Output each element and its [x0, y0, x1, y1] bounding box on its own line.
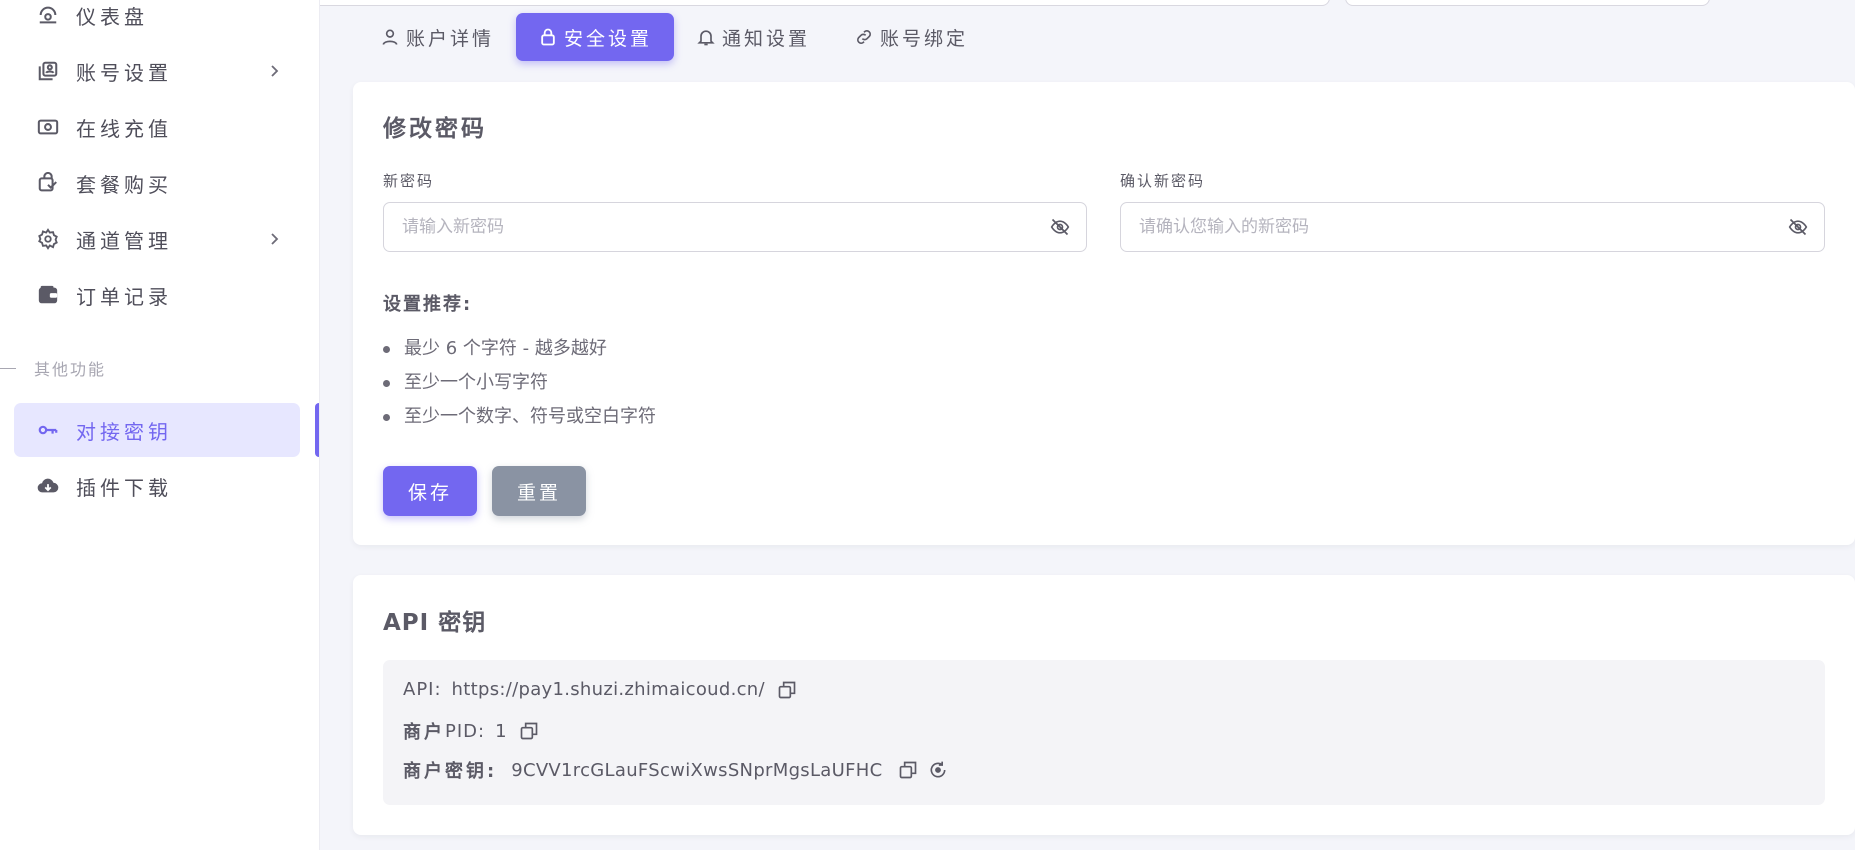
merchant-secret-row: 商户密钥: 9CVV1rcGLauFScwiXwsSNprMgsLaUFHC	[403, 757, 948, 783]
bullet	[383, 413, 390, 421]
sidebar-item-label: 对接密钥	[76, 419, 172, 444]
card-title: 修改密码	[383, 116, 487, 142]
new-password-label: 新密码	[383, 172, 435, 190]
pid-value: 1	[495, 720, 507, 742]
chevron-right-icon	[262, 227, 286, 251]
topbar-widget-fragment	[1345, 0, 1710, 6]
sidebar-item-channel-management[interactable]: 通道管理	[14, 212, 300, 266]
api-key-card: API 密钥 API: https://pay1.shuzi.zhimaicou…	[353, 575, 1855, 835]
list-item: 最少 6 个字符 - 越多越好	[383, 332, 656, 366]
shopping-bag-icon	[36, 171, 60, 195]
bullet	[383, 379, 390, 387]
api-url-row: API: https://pay1.shuzi.zhimaicoud.cn/	[403, 679, 797, 700]
save-button[interactable]: 保存	[383, 466, 477, 516]
card-title: API 密钥	[383, 610, 487, 636]
confirm-password-input-wrap	[1120, 202, 1825, 252]
sidebar: 仪表盘 账号设置 在线充值 套餐购买 通道管理 订单记录 其他功能 对接密钥 插…	[0, 0, 320, 850]
sidebar-item-api-key[interactable]: 对接密钥	[14, 403, 300, 457]
cloud-download-icon	[36, 474, 60, 498]
list-item: 至少一个数字、符号或空白字符	[383, 400, 656, 434]
new-password-input[interactable]	[384, 203, 1086, 251]
sidebar-item-package-purchase[interactable]: 套餐购买	[14, 156, 300, 210]
sidebar-item-order-records[interactable]: 订单记录	[14, 268, 300, 322]
secret-value: 9CVV1rcGLauFScwiXwsSNprMgsLaUFHC	[511, 759, 883, 781]
user-icon	[380, 27, 400, 47]
link-icon	[854, 27, 874, 47]
bullet	[383, 345, 390, 353]
sidebar-section-label: 其他功能	[0, 356, 106, 380]
api-info-box: API: https://pay1.shuzi.zhimaicoud.cn/ 商…	[383, 660, 1825, 805]
dashboard-icon	[36, 3, 60, 27]
tab-account-binding[interactable]: 账号绑定	[832, 13, 990, 61]
secret-label: 商户密钥:	[403, 761, 498, 782]
change-password-card: 修改密码 新密码 确认新密码 设置推荐: 最少 6 个字符 - 越多越好 至少一…	[353, 82, 1855, 545]
copy-icon[interactable]	[519, 721, 539, 741]
settings-tabs: 账户详情 安全设置 通知设置 账号绑定	[355, 12, 990, 62]
sidebar-item-online-recharge[interactable]: 在线充值	[14, 100, 300, 154]
copy-icon[interactable]	[898, 760, 918, 780]
tab-account-details[interactable]: 账户详情	[355, 13, 516, 61]
active-indicator	[315, 403, 319, 457]
key-icon	[36, 418, 60, 442]
eye-off-icon[interactable]	[1050, 217, 1070, 237]
bell-icon	[696, 27, 716, 47]
money-icon	[36, 115, 60, 139]
new-password-input-wrap	[383, 202, 1087, 252]
list-item: 至少一个小写字符	[383, 366, 656, 400]
lock-icon	[538, 27, 558, 47]
merchant-pid-row: 商户 PID: 1	[403, 718, 539, 744]
pid-label-suffix: PID:	[445, 720, 486, 742]
recommendations-list: 最少 6 个字符 - 越多越好 至少一个小写字符 至少一个数字、符号或空白字符	[383, 332, 656, 434]
tab-notification-settings[interactable]: 通知设置	[674, 13, 832, 61]
copy-icon[interactable]	[777, 680, 797, 700]
eye-off-icon[interactable]	[1788, 217, 1808, 237]
sidebar-item-label: 套餐购买	[76, 172, 172, 197]
pid-label: 商户	[403, 722, 445, 743]
api-url-value: https://pay1.shuzi.zhimaicoud.cn/	[451, 679, 765, 700]
sidebar-item-account-settings[interactable]: 账号设置	[14, 44, 300, 98]
wallet-icon	[36, 283, 60, 307]
sidebar-item-dashboard[interactable]: 仪表盘	[14, 0, 300, 42]
gear-icon	[36, 227, 60, 251]
sidebar-item-label: 仪表盘	[76, 4, 148, 29]
account-box-icon	[36, 59, 60, 83]
sidebar-item-label: 在线充值	[76, 116, 172, 141]
refresh-icon[interactable]	[928, 760, 948, 780]
sidebar-item-label: 插件下载	[76, 475, 172, 500]
confirm-password-input[interactable]	[1121, 203, 1824, 251]
confirm-password-label: 确认新密码	[1120, 172, 1206, 190]
sidebar-item-label: 账号设置	[76, 60, 172, 85]
section-divider	[0, 367, 16, 369]
tab-security-settings[interactable]: 安全设置	[516, 13, 675, 61]
recommendations-title: 设置推荐:	[383, 294, 473, 315]
sidebar-item-plugin-download[interactable]: 插件下载	[14, 459, 300, 513]
chevron-right-icon	[262, 59, 286, 83]
api-url-label: API:	[403, 679, 442, 700]
reset-button[interactable]: 重置	[492, 466, 586, 516]
sidebar-item-label: 订单记录	[76, 284, 172, 309]
sidebar-item-label: 通道管理	[76, 228, 172, 253]
